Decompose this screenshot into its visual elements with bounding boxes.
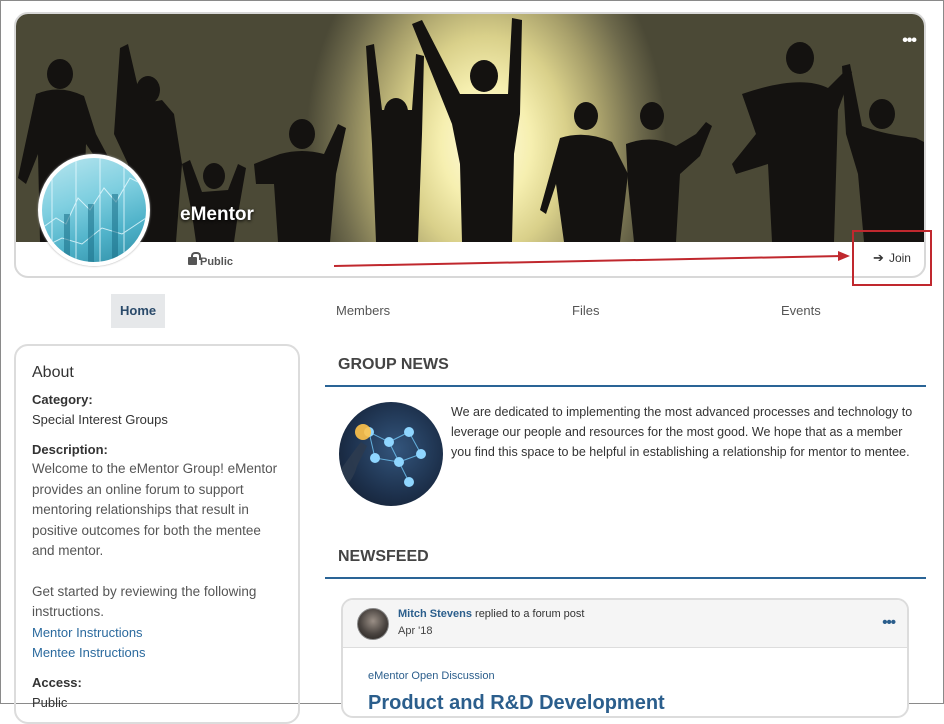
cover-banner: ••• bbox=[16, 14, 924, 242]
join-label: Join bbox=[888, 251, 911, 265]
tab-files[interactable]: Files bbox=[572, 294, 599, 328]
post-action-text: replied to a forum post bbox=[475, 608, 585, 620]
description-instructions: Get started by reviewing the following i… bbox=[32, 583, 257, 620]
author-name-link[interactable]: Mitch Stevens bbox=[398, 608, 472, 620]
post-header: Mitch Stevens replied to a forum post Ap… bbox=[343, 600, 907, 648]
post-more-icon[interactable]: ••• bbox=[882, 614, 896, 631]
post-author-line: Mitch Stevens replied to a forum post bbox=[398, 608, 584, 620]
join-button[interactable]: ➔ Join bbox=[852, 230, 932, 286]
access-value: Public bbox=[32, 694, 68, 710]
tab-members[interactable]: Members bbox=[336, 294, 390, 328]
author-avatar[interactable] bbox=[357, 608, 389, 640]
group-header-card: ••• eMentor Public bbox=[14, 12, 926, 278]
post-group-link[interactable]: eMentor Open Discussion bbox=[368, 670, 495, 682]
group-news-divider bbox=[325, 385, 926, 387]
newsfeed-divider bbox=[325, 577, 926, 579]
newsfeed-post-card: Mitch Stevens replied to a forum post Ap… bbox=[341, 598, 909, 718]
tab-home[interactable]: Home bbox=[111, 294, 166, 328]
category-label: Category: bbox=[32, 392, 93, 407]
group-news-image bbox=[339, 402, 443, 506]
visibility-label: Public bbox=[200, 256, 234, 268]
about-title: About bbox=[32, 364, 74, 381]
network-hand-image bbox=[339, 424, 426, 492]
visibility-badge: Public bbox=[188, 252, 234, 268]
group-news-title: GROUP NEWS bbox=[338, 356, 449, 373]
crowd-silhouette-image bbox=[18, 18, 924, 242]
group-avatar bbox=[38, 154, 150, 266]
category-value: Special Interest Groups bbox=[32, 412, 168, 427]
newsfeed-title: NEWSFEED bbox=[338, 548, 429, 565]
sign-in-icon: ➔ bbox=[873, 250, 884, 265]
abstract-chart-image bbox=[42, 158, 146, 262]
group-news-text: We are dedicated to implementing the mos… bbox=[451, 405, 913, 459]
about-card: About Category: Special Interest Groups … bbox=[14, 344, 300, 724]
group-title: eMentor bbox=[180, 204, 254, 225]
mentee-instructions-link[interactable]: Mentee Instructions bbox=[32, 643, 282, 663]
access-label: Access: bbox=[32, 674, 82, 690]
group-nav-tabs: Home Members Files Events bbox=[0, 294, 944, 328]
mentor-instructions-link[interactable]: Mentor Instructions bbox=[32, 623, 282, 643]
unlock-icon bbox=[188, 252, 201, 265]
tab-events[interactable]: Events bbox=[781, 294, 821, 328]
header-more-icon[interactable]: ••• bbox=[902, 32, 917, 50]
description-text: Welcome to the eMentor Group! eMentor pr… bbox=[32, 461, 278, 558]
post-date: Apr '18 bbox=[398, 625, 433, 637]
description-label: Description: bbox=[32, 442, 108, 457]
